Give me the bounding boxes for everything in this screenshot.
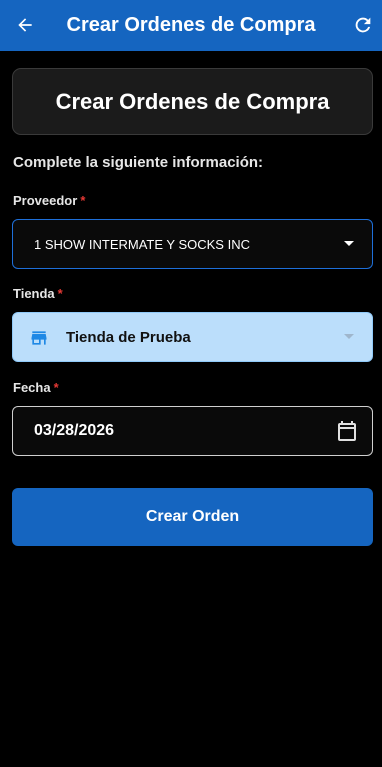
app-bar: Crear Ordenes de Compra	[0, 0, 382, 51]
tienda-label: Tienda *	[13, 286, 63, 301]
calendar-icon[interactable]	[335, 419, 359, 443]
crear-orden-button[interactable]: Crear Orden	[12, 488, 373, 546]
required-mark: *	[53, 380, 59, 395]
fecha-value: 03/28/2026	[34, 422, 115, 439]
form-instructions: Complete la siguiente información:	[13, 154, 264, 171]
tienda-label-text: Tienda	[13, 286, 55, 301]
refresh-icon	[355, 17, 371, 33]
dropdown-arrow-icon	[344, 241, 354, 246]
fecha-label-text: Fecha	[13, 380, 51, 395]
page-title: Crear Ordenes de Compra	[55, 88, 330, 114]
fecha-label: Fecha *	[13, 380, 59, 395]
required-mark: *	[57, 286, 63, 301]
required-mark: *	[80, 193, 86, 208]
tienda-value: Tienda de Prueba	[66, 328, 191, 346]
app-bar-title: Crear Ordenes de Compra	[66, 14, 316, 36]
proveedor-select[interactable]: 1 SHOW INTERMATE Y SOCKS INC	[12, 219, 373, 269]
store-icon	[31, 331, 47, 345]
proveedor-label: Proveedor *	[13, 193, 85, 208]
proveedor-label-text: Proveedor	[13, 193, 78, 208]
refresh-button[interactable]	[350, 12, 376, 38]
proveedor-value: 1 SHOW INTERMATE Y SOCKS INC	[34, 236, 250, 252]
tienda-select[interactable]: Tienda de Prueba	[12, 312, 373, 362]
page-header-card: Crear Ordenes de Compra	[12, 68, 373, 135]
dropdown-arrow-icon	[344, 334, 354, 339]
fecha-field[interactable]: 03/28/2026	[12, 406, 373, 456]
